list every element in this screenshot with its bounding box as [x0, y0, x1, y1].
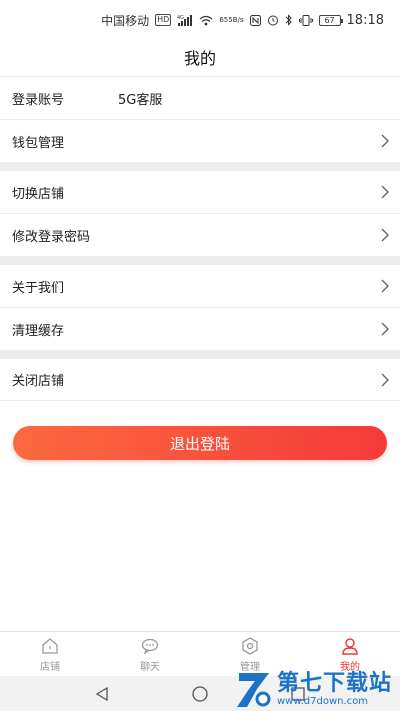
battery-icon: 67	[318, 14, 343, 26]
tab-chat[interactable]: 聊天	[100, 632, 200, 676]
list-item-label: 钱包管理	[12, 135, 65, 151]
status-bar: 中国移动 HD 4G 655 B/s 67 18:18	[0, 0, 400, 40]
watermark-logo-icon	[236, 673, 271, 707]
bluetooth-icon	[285, 14, 293, 26]
switch-store-item[interactable]: 切换店铺	[0, 170, 400, 213]
signal-type-label: 4G	[177, 15, 184, 21]
watermark-cn-text: 第七下载站	[276, 670, 392, 696]
eye-icon	[242, 636, 258, 655]
section-divider	[0, 162, 400, 170]
section-divider	[0, 256, 400, 264]
tab-label: 聊天	[140, 661, 160, 673]
chat-icon	[141, 638, 159, 655]
net-speed: 655 B/s	[219, 16, 243, 24]
signal-icon: 4G	[177, 14, 193, 26]
chevron-right-icon	[381, 373, 389, 386]
logout-container: 退出登陆	[0, 426, 400, 460]
tab-label: 店铺	[40, 661, 60, 673]
list-item-label: 关于我们	[12, 280, 65, 296]
section-divider	[0, 350, 400, 358]
account-row: 登录账号 5G客服	[0, 76, 400, 119]
account-value: 5G客服	[118, 92, 163, 108]
about-us-item[interactable]: 关于我们	[0, 264, 400, 307]
hd-badge: HD	[155, 14, 172, 26]
list-item-label: 关闭店铺	[12, 374, 65, 389]
chevron-right-icon	[381, 228, 389, 242]
wallet-management-item[interactable]: 钱包管理	[0, 119, 400, 162]
carrier-name: 中国移动	[101, 13, 150, 28]
chevron-right-icon	[381, 279, 389, 293]
net-speed-unit: B/s	[232, 16, 244, 24]
home-icon	[42, 637, 58, 654]
logout-button[interactable]: 退出登陆	[13, 426, 387, 460]
alarm-icon	[267, 14, 279, 26]
close-store-item[interactable]: 关闭店铺	[0, 358, 400, 401]
settings-list: 登录账号 5G客服 钱包管理 切换店铺 修改登录密码 关于我们 清理缓存 关闭店…	[0, 76, 400, 401]
vibrate-icon	[298, 14, 313, 26]
net-speed-value: 655	[219, 16, 233, 24]
list-item-label: 修改登录密码	[12, 229, 91, 245]
chevron-right-icon	[381, 134, 389, 148]
change-password-item[interactable]: 修改登录密码	[0, 213, 400, 256]
tab-store[interactable]: 店铺	[0, 632, 100, 676]
account-label: 登录账号	[12, 92, 65, 108]
chevron-right-icon	[381, 322, 389, 336]
clear-cache-item[interactable]: 清理缓存	[0, 307, 400, 350]
page-title: 我的	[183, 49, 216, 68]
home-button-icon[interactable]	[191, 685, 209, 703]
list-item-label: 清理缓存	[12, 323, 65, 339]
watermark-en-text: www.d7down.com	[276, 695, 369, 707]
nfc-icon	[249, 14, 261, 26]
wifi-icon	[199, 15, 213, 26]
list-item-label: 切换店铺	[12, 186, 65, 202]
user-icon	[342, 637, 358, 655]
back-icon[interactable]	[93, 685, 111, 703]
clock: 18:18	[346, 12, 384, 28]
watermark: 第七下载站 www.d7down.com	[235, 669, 392, 709]
chevron-right-icon	[381, 185, 389, 199]
